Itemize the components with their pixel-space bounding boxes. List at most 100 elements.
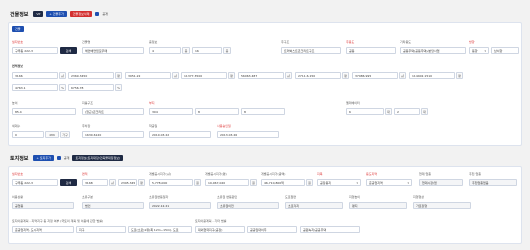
households-unit: 가구 bbox=[60, 131, 70, 138]
area-input-8[interactable]: 114402.1510 bbox=[409, 72, 455, 79]
direction-detail-input[interactable]: 남서향 bbox=[491, 47, 519, 54]
terrain-shape-input[interactable]: 가로장형 bbox=[413, 202, 471, 209]
structure-label: 주구조 bbox=[281, 40, 290, 44]
ownership-change-reason-input[interactable]: 소유권이전 bbox=[217, 202, 279, 209]
ratio-input-2[interactable]: 6756.78 bbox=[68, 84, 114, 91]
recommended-use-label: 추천 업종 bbox=[469, 172, 481, 176]
land-use-status-input[interactable]: 공업용 bbox=[12, 202, 74, 209]
main-use-input[interactable]: 공동 bbox=[346, 47, 396, 54]
land-plan-value-3[interactable]: 도로(소로)1류(폭 12m~15m), 도로 bbox=[128, 226, 192, 233]
add-land-button[interactable]: + 토지추가 bbox=[33, 155, 54, 161]
site-input-2[interactable]: 8 bbox=[195, 108, 239, 115]
delete-building-button[interactable]: 건물정보삭제 bbox=[69, 11, 93, 17]
land-ledger-tag[interactable]: 토지정보(토지대장/건축물대장정보) bbox=[72, 155, 124, 161]
land-plan-value-6[interactable]: 공원녹지/공공주택 bbox=[300, 226, 360, 233]
area-input-2[interactable]: 2369.3450 bbox=[68, 72, 114, 79]
floors-label: 층정보 bbox=[149, 40, 158, 44]
area-section-title: 면적정보 bbox=[12, 64, 24, 68]
start-date-label: 착공일 bbox=[149, 124, 158, 128]
area-unit-4: 평 bbox=[228, 72, 235, 79]
main-use-value: 공동 bbox=[349, 48, 355, 53]
price-pyeong-input[interactable]: 19,067,020 bbox=[205, 179, 249, 186]
land-use-status-label: 이용상황 bbox=[12, 195, 24, 199]
households-mid: 486 bbox=[45, 131, 59, 138]
direction-select[interactable]: 동향 ▾ bbox=[469, 47, 489, 54]
land-plan-value-2[interactable]: 지구 bbox=[76, 226, 126, 233]
building-tab-button[interactable]: 건물 bbox=[12, 26, 24, 32]
add-building-button[interactable]: + 건물추가 bbox=[46, 11, 67, 17]
price-sqm-unit: 원 bbox=[194, 179, 201, 186]
land-lot-input[interactable]: 구루동 222-3 bbox=[12, 179, 58, 186]
elevator-input-2[interactable]: 2 bbox=[394, 108, 420, 115]
building-name-label: 건물명 bbox=[82, 40, 91, 44]
site-input-3[interactable]: 8 bbox=[241, 108, 285, 115]
area-input-6[interactable]: 2711.6.150 bbox=[295, 72, 341, 79]
ownership-change-date-label: 소유권변동일자 bbox=[149, 195, 169, 199]
public-checkbox[interactable] bbox=[95, 12, 100, 16]
price-total-input[interactable]: 46,710,800억 bbox=[261, 179, 305, 186]
land-area-pyeong-unit: 평 bbox=[138, 179, 145, 186]
elevator-label: 엘리베이터 bbox=[346, 101, 360, 105]
direction-label: 방향 bbox=[469, 40, 475, 44]
zone-select[interactable]: 준공업지역 ▾ bbox=[366, 179, 412, 186]
lot-search-button[interactable]: 검색 bbox=[60, 47, 77, 54]
land-area-label: 면적 bbox=[82, 172, 88, 176]
roof-structure-input[interactable]: (철근)콘크리트 bbox=[82, 108, 144, 115]
recommended-use-input[interactable]: 추천업종없음 bbox=[469, 179, 517, 186]
current-use-input[interactable]: 현대시장/업 bbox=[419, 179, 463, 186]
land-public-checkbox-label: 공개 bbox=[63, 156, 70, 160]
price-pyeong-unit: 원 bbox=[250, 179, 257, 186]
parking-input[interactable]: 1630.6120 bbox=[82, 131, 144, 138]
ratio-input-1[interactable]: 4763.1 bbox=[12, 84, 58, 91]
terrain-height-label: 지형높이 bbox=[349, 195, 361, 199]
zone-value: 준공업지역 bbox=[369, 180, 383, 185]
ratio-unit-2: % bbox=[115, 84, 122, 91]
floors-above-input[interactable]: 16 bbox=[192, 47, 222, 54]
land-plan-value-1[interactable]: 준공업지역, 도시지역 bbox=[12, 226, 74, 233]
area-input-7[interactable]: 37986.995 bbox=[352, 72, 398, 79]
area-input-3[interactable]: 3951.22 bbox=[125, 72, 171, 79]
area-input-1[interactable]: 3166 bbox=[12, 72, 58, 79]
height-input[interactable]: 85.4 bbox=[12, 108, 76, 115]
ownership-change-reason-label: 소유권 변동원인 bbox=[217, 195, 238, 199]
price-sqm-input[interactable]: 5,778,000 bbox=[149, 179, 193, 186]
area-unit-7: ㎡ bbox=[399, 72, 406, 79]
floors-below-input[interactable]: 4 bbox=[149, 47, 181, 54]
structure-input[interactable]: 트러벅스트콘크리트구조 bbox=[281, 47, 341, 54]
direction-value: 동향 bbox=[472, 48, 478, 53]
land-plan-value-5[interactable]: 공공임대이주 bbox=[247, 226, 297, 233]
land-plan-value-4[interactable]: 대외협력지구(공장) bbox=[195, 226, 245, 233]
ownership-change-date-input[interactable]: 2022.12.21 bbox=[149, 202, 211, 209]
area-input-5[interactable]: 56063.487 bbox=[238, 72, 284, 79]
roof-structure-label: 지붕구조 bbox=[82, 101, 94, 105]
elevator-unit-2: 대 bbox=[421, 108, 428, 115]
road-side-input[interactable]: 소로각지 bbox=[285, 202, 343, 209]
land-header: 토지정보 + 토지추가 공개 토지정보(토지대장/건축물대장정보) bbox=[10, 154, 124, 162]
price-total-label: 개별공시지가(총액) bbox=[261, 172, 286, 176]
owner-type-input[interactable]: 법인 bbox=[82, 202, 144, 209]
vp-button[interactable]: VP bbox=[33, 11, 44, 17]
land-area-pyeong-input[interactable]: 2395.345 bbox=[118, 179, 137, 186]
site-input-1[interactable]: 304 bbox=[149, 108, 193, 115]
lot-input[interactable]: 구루동 222-3 bbox=[12, 47, 58, 54]
elevator-input-1[interactable]: 6 bbox=[346, 108, 384, 115]
floors-above-unit: 층 bbox=[223, 47, 231, 54]
start-date-input[interactable]: 2010.03.22 bbox=[149, 131, 211, 138]
land-area-sqm-input[interactable]: 3168 bbox=[82, 179, 108, 186]
area-input-4[interactable]: 11377.3500 bbox=[181, 72, 227, 79]
land-section-title: 토지정보 bbox=[10, 155, 29, 162]
building-name-input[interactable]: 해안배연립모뚜매 bbox=[82, 47, 144, 54]
jimok-label: 지목 bbox=[317, 172, 323, 176]
jimok-select[interactable]: 공장용지 ▾ bbox=[317, 179, 361, 186]
terrain-height-input[interactable]: 평지 bbox=[349, 202, 407, 209]
owner-type-label: 소유구분 bbox=[82, 195, 94, 199]
other-use-label: 기타용도 bbox=[400, 40, 412, 44]
land-public-checkbox[interactable] bbox=[56, 156, 61, 160]
approval-date-input[interactable]: 2013.03.26 bbox=[217, 131, 279, 138]
site-label: 부지 bbox=[149, 101, 155, 105]
households-input[interactable]: 0 bbox=[12, 131, 44, 138]
land-lot-search-button[interactable]: 검색 bbox=[60, 179, 77, 186]
other-use-input[interactable]: 공동주택(공동주택)/분당사업 bbox=[400, 47, 466, 54]
parking-label: 주차장 bbox=[82, 124, 91, 128]
main-use-label: 주용도 bbox=[346, 40, 355, 44]
